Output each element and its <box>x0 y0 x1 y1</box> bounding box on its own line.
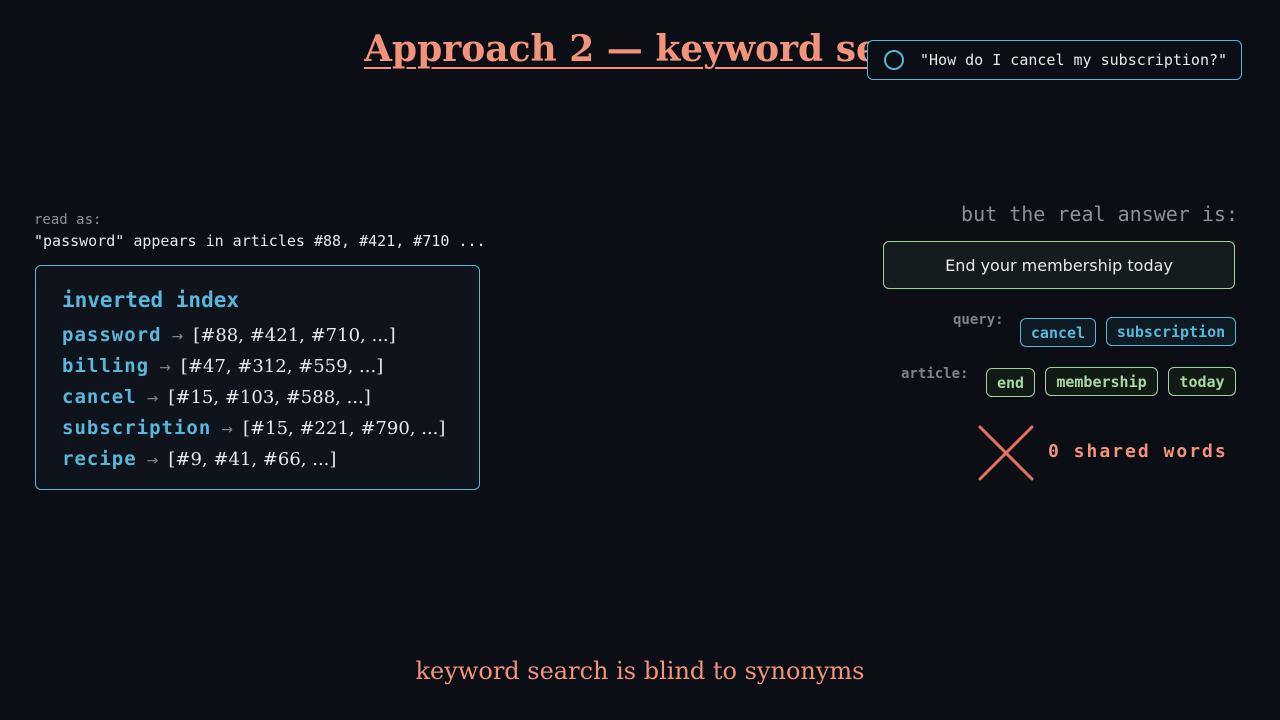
index-row: password → [#88, #421, #710, ...] <box>62 320 479 351</box>
query-word-chip: cancel <box>1020 318 1096 347</box>
answer-box: End your membership today <box>883 241 1235 289</box>
index-row: subscription → [#15, #221, #790, ...] <box>62 413 479 444</box>
index-term: recipe <box>62 448 137 470</box>
query-text: "How do I cancel my subscription?" <box>920 51 1228 69</box>
article-word-chip: membership <box>1045 367 1158 396</box>
real-answer-label: but the real answer is: <box>961 202 1238 226</box>
index-postings: [#9, #41, #66, ...] <box>168 449 337 470</box>
article-word-chip: end <box>986 368 1035 397</box>
index-row: cancel → [#15, #103, #588, ...] <box>62 382 479 413</box>
index-row: billing → [#47, #312, #559, ...] <box>62 351 479 382</box>
circle-icon <box>884 50 904 70</box>
read-as-line: "password" appears in articles #88, #421… <box>34 232 486 250</box>
slide-title: Approach 2 — keyword search <box>364 28 924 70</box>
query-pill: "How do I cancel my subscription?" <box>867 40 1242 80</box>
read-as-label: read as: <box>34 212 102 228</box>
query-words-label: query: <box>953 312 1004 328</box>
slide: Approach 2 — keyword search "How do I ca… <box>0 0 1280 720</box>
shared-words-result: 0 shared words <box>1048 441 1228 462</box>
index-postings: [#15, #103, #588, ...] <box>168 387 371 408</box>
arrow-icon: → <box>171 329 184 345</box>
arrow-icon: → <box>159 360 171 376</box>
index-postings: [#88, #421, #710, ...] <box>193 325 396 346</box>
index-term: subscription <box>62 417 212 439</box>
index-term: cancel <box>62 386 137 408</box>
arrow-icon: → <box>146 453 159 469</box>
index-postings: [#47, #312, #559, ...] <box>180 356 384 377</box>
index-term: password <box>62 324 162 346</box>
index-title: inverted index <box>62 288 240 312</box>
cross-icon <box>978 425 1034 481</box>
caption: keyword search is blind to synonyms <box>415 657 865 685</box>
arrow-icon: → <box>146 391 159 407</box>
index-row: recipe → [#9, #41, #66, ...] <box>62 444 479 475</box>
inverted-index-box: inverted index password → [#88, #421, #710… <box>35 265 480 490</box>
arrow-icon: → <box>221 422 234 438</box>
query-word-chip: subscription <box>1106 317 1236 346</box>
article-words-label: article: <box>901 366 969 382</box>
index-postings: [#15, #221, #790, ...] <box>243 418 446 439</box>
article-word-chip: today <box>1168 367 1236 396</box>
index-term: billing <box>62 355 150 377</box>
